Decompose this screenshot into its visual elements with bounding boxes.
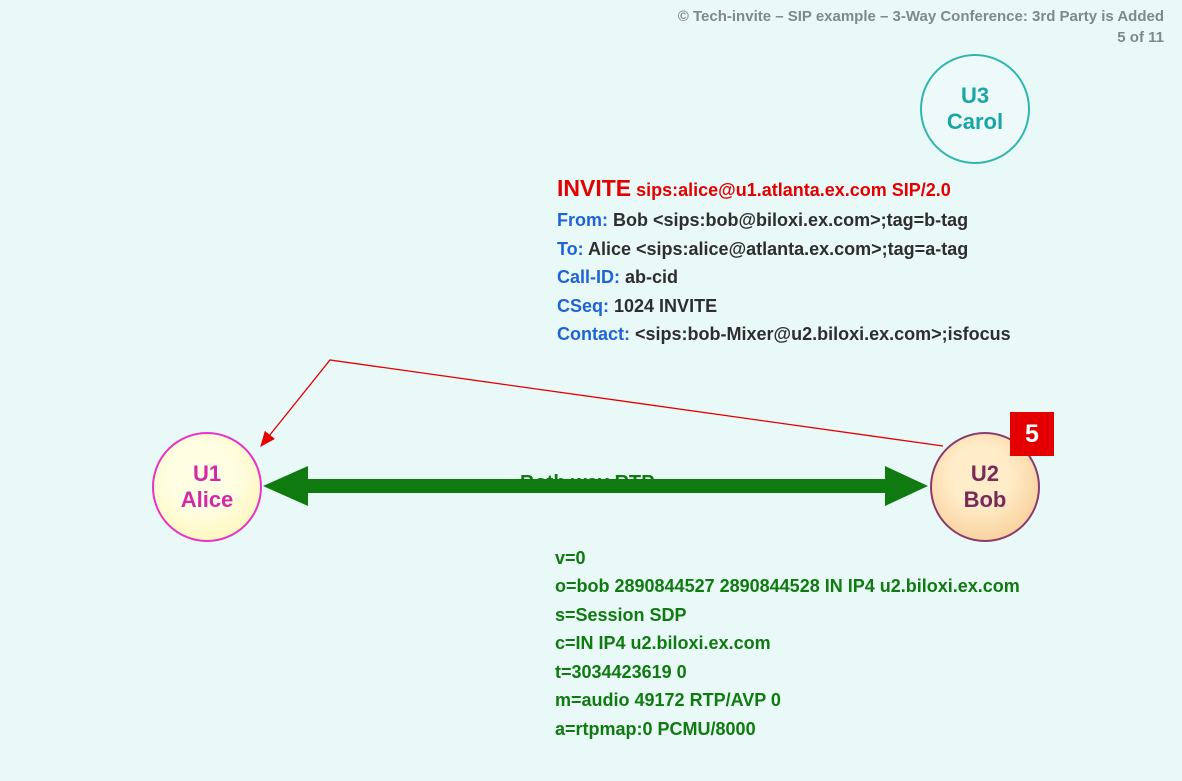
header-block: © Tech-invite – SIP example – 3-Way Conf…: [678, 6, 1164, 48]
node-u1-alice: U1 Alice: [152, 432, 262, 542]
sdp-line: v=0: [555, 544, 1020, 572]
node-u1-id: U1: [181, 461, 234, 487]
step-badge: 5: [1010, 412, 1054, 456]
sip-header-key: CSeq:: [557, 296, 609, 316]
sdp-line: o=bob 2890844527 2890844528 IN IP4 u2.bi…: [555, 572, 1020, 600]
sip-header-line: Call-ID: ab-cid: [557, 263, 1011, 291]
sip-header-line: Contact: <sips:bob-Mixer@u2.biloxi.ex.co…: [557, 320, 1011, 348]
node-u3-name: Carol: [947, 109, 1003, 135]
sip-header-value: 1024 INVITE: [609, 296, 717, 316]
sip-method: INVITE: [557, 175, 631, 201]
sdp-block: v=0o=bob 2890844527 2890844528 IN IP4 u2…: [555, 544, 1020, 743]
node-u3-id: U3: [947, 83, 1003, 109]
node-u2-id: U2: [964, 461, 1007, 487]
sip-header-key: Contact:: [557, 324, 630, 344]
sip-header-key: Call-ID:: [557, 267, 620, 287]
sdp-line: m=audio 49172 RTP/AVP 0: [555, 686, 1020, 714]
sdp-line: a=rtpmap:0 PCMU/8000: [555, 715, 1020, 743]
node-u1-name: Alice: [181, 487, 234, 513]
node-u3-carol: U3 Carol: [920, 54, 1030, 164]
sip-header-key: To:: [557, 239, 584, 259]
header-page: 5 of 11: [678, 27, 1164, 48]
diagram-canvas: © Tech-invite – SIP example – 3-Way Conf…: [0, 0, 1182, 781]
sip-header-value: Bob <sips:bob@biloxi.ex.com>;tag=b-tag: [608, 210, 968, 230]
sip-message-block: INVITE sips:alice@u1.atlanta.ex.com SIP/…: [557, 170, 1011, 349]
sip-request-line: INVITE sips:alice@u1.atlanta.ex.com SIP/…: [557, 170, 1011, 206]
header-title: © Tech-invite – SIP example – 3-Way Conf…: [678, 8, 1164, 25]
sdp-line: c=IN IP4 u2.biloxi.ex.com: [555, 629, 1020, 657]
sdp-line: t=3034423619 0: [555, 658, 1020, 686]
node-u2-name: Bob: [964, 487, 1007, 513]
rtp-label: Both way RTP: [520, 472, 654, 495]
step-number: 5: [1025, 420, 1039, 449]
invite-arrow: [261, 360, 943, 446]
sip-header-line: To: Alice <sips:alice@atlanta.ex.com>;ta…: [557, 235, 1011, 263]
sip-header-key: From:: [557, 210, 608, 230]
sip-headers: From: Bob <sips:bob@biloxi.ex.com>;tag=b…: [557, 206, 1011, 348]
sip-request-uri: sips:alice@u1.atlanta.ex.com SIP/2.0: [631, 180, 951, 200]
sip-header-value: Alice <sips:alice@atlanta.ex.com>;tag=a-…: [584, 239, 969, 259]
sip-header-value: <sips:bob-Mixer@u2.biloxi.ex.com>;isfocu…: [630, 324, 1011, 344]
sip-header-line: From: Bob <sips:bob@biloxi.ex.com>;tag=b…: [557, 206, 1011, 234]
sip-header-value: ab-cid: [620, 267, 678, 287]
sip-header-line: CSeq: 1024 INVITE: [557, 292, 1011, 320]
sdp-line: s=Session SDP: [555, 601, 1020, 629]
